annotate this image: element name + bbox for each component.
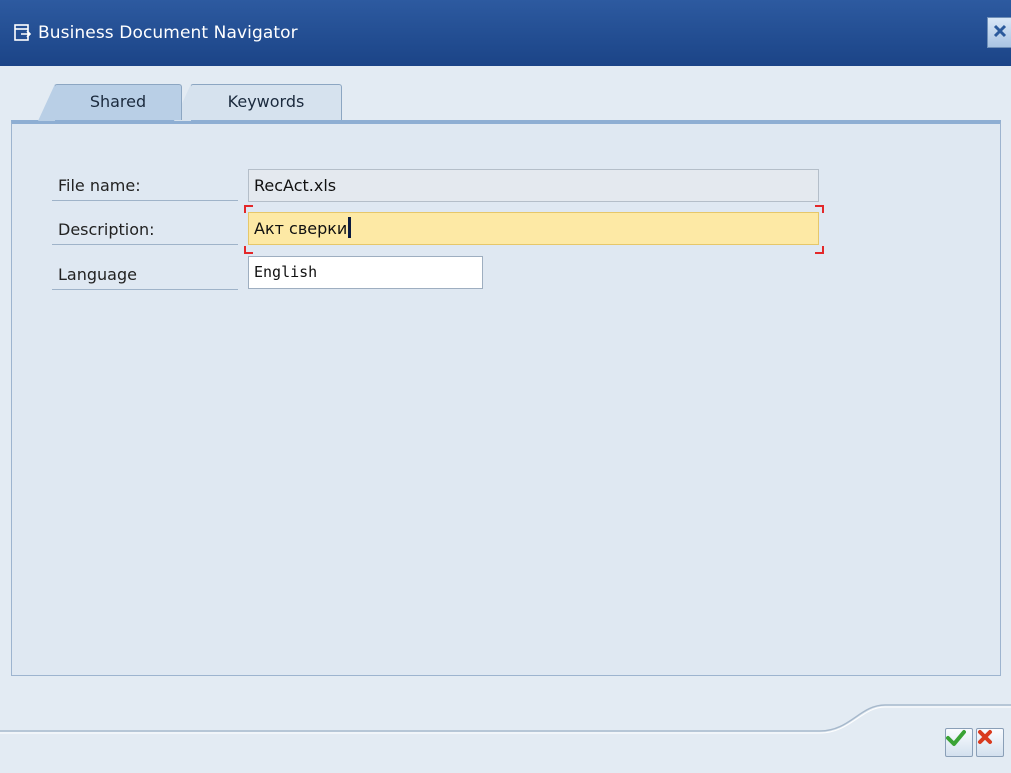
file-name-field[interactable]: RecAct.xls (248, 169, 819, 202)
tab-content-panel (11, 120, 1001, 676)
close-button[interactable] (987, 17, 1011, 48)
close-icon (993, 23, 1007, 42)
focus-corner (815, 205, 824, 213)
cancel-button[interactable] (976, 728, 1004, 757)
window-title: Business Document Navigator (38, 23, 298, 43)
title-bar: Business Document Navigator (0, 0, 1011, 66)
dialog-footer (0, 676, 1011, 773)
description-field[interactable]: Акт сверки (248, 212, 819, 245)
tab-shared[interactable]: Shared (38, 84, 182, 121)
footer-divider (0, 704, 1011, 734)
focus-corner (244, 246, 253, 254)
file-name-label: File name: (52, 171, 238, 201)
focus-corner (815, 246, 824, 254)
tab-label: Shared (89, 92, 147, 111)
description-value: Акт сверки (254, 219, 348, 238)
dialog-icon (14, 24, 32, 42)
description-label: Description: (52, 215, 238, 245)
language-field[interactable]: English (248, 256, 483, 289)
language-label: Language (52, 260, 238, 290)
tab-strip: Shared Keywords (0, 66, 1011, 122)
tab-label: Keywords (227, 92, 305, 111)
tab-keywords[interactable]: Keywords (174, 84, 342, 121)
confirm-button[interactable] (945, 728, 973, 757)
text-cursor (348, 217, 352, 238)
focus-corner (244, 205, 253, 213)
